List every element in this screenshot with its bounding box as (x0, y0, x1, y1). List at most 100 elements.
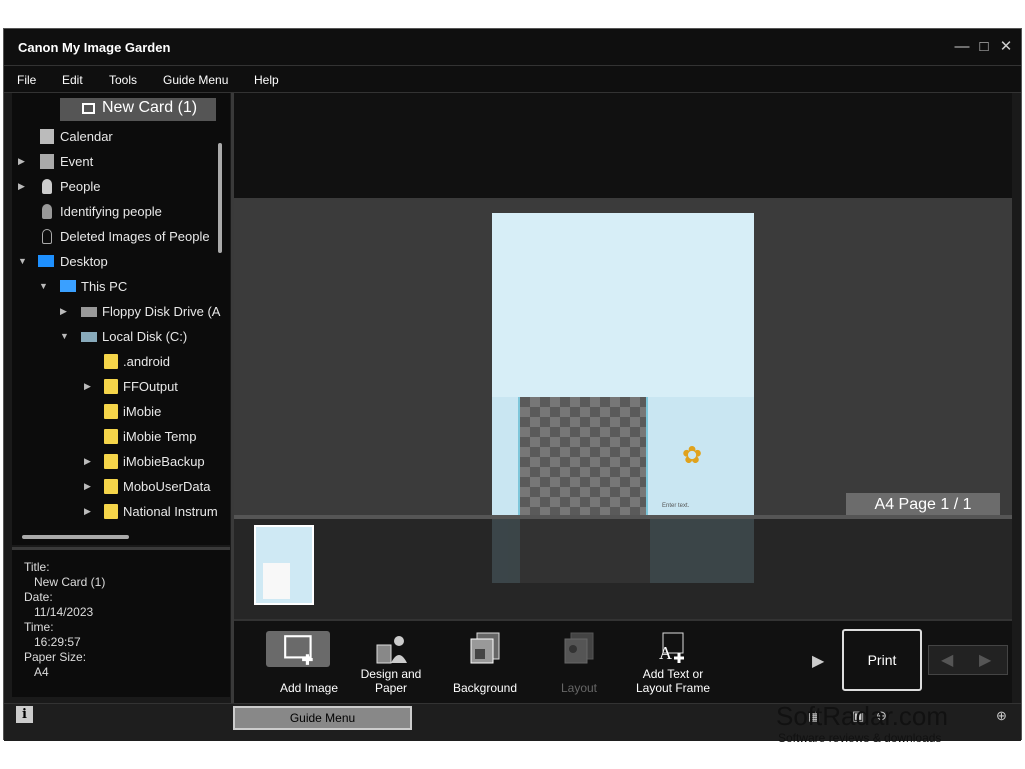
branch-icon: ✿ (682, 442, 703, 469)
tree-item-people[interactable]: ▶ People (12, 176, 222, 198)
tree-item-floppy-drive[interactable]: ▶ Floppy Disk Drive (A (12, 301, 222, 323)
tree-item-folder[interactable]: iMobie Temp (12, 426, 222, 448)
layout-icon (564, 632, 594, 664)
tree-item-label: Floppy Disk Drive (A (102, 304, 221, 319)
app-window: Canon My Image Garden — □ ✕ File Edit To… (3, 28, 1022, 741)
thumbnail-frame (263, 563, 290, 599)
card-reflection (492, 519, 754, 583)
tree-item-label: iMobie (123, 404, 162, 419)
card-icon (82, 103, 95, 114)
layout-label: Layout (560, 681, 598, 695)
tree-item-label: People (60, 179, 101, 194)
design-paper-label: Design and (360, 667, 422, 681)
tree-item-folder[interactable]: ▶ National Instrum (12, 501, 218, 523)
maximize-button[interactable]: □ (976, 39, 992, 55)
tree-item-local-disk[interactable]: ▼ Local Disk (C:) (12, 326, 222, 348)
info-date-label: Date: (24, 590, 53, 604)
menu-file[interactable]: File (17, 73, 36, 87)
expand-arrow-icon[interactable]: ▶ (84, 456, 91, 467)
menu-edit[interactable]: Edit (62, 73, 83, 87)
edit-canvas: ✿ Enter text. (234, 198, 1012, 515)
expand-arrow-icon[interactable]: ▶ (84, 506, 91, 517)
background-icon (470, 632, 500, 664)
tree-item-event[interactable]: ▶ Event (12, 151, 222, 173)
folder-tree: New Card (1) Calendar ▶ Event ▶ People I… (12, 93, 230, 545)
collapse-arrow-icon[interactable]: ▼ (18, 256, 27, 266)
info-title-label: Title: (24, 560, 50, 574)
tree-item-folder[interactable]: ▶ MoboUserData (12, 476, 222, 498)
info-date-value: 11/14/2023 (34, 605, 94, 619)
tree-item-new-card[interactable]: New Card (1) (60, 98, 216, 121)
add-image-icon (284, 635, 313, 665)
tree-item-label: Identifying people (60, 204, 162, 219)
event-icon (40, 154, 54, 169)
tree-item-folder[interactable]: .android (12, 351, 222, 373)
prev-page-icon[interactable]: ◀ (941, 650, 953, 670)
more-tools-arrow-icon[interactable]: ▶ (812, 651, 824, 671)
tree-item-label: iMobieBackup (123, 454, 205, 469)
identify-person-icon (42, 204, 52, 219)
tree-item-label: iMobie Temp (123, 429, 197, 444)
desktop-icon (38, 255, 54, 267)
expand-arrow-icon[interactable]: ▶ (84, 381, 91, 392)
expand-arrow-icon[interactable]: ▶ (60, 306, 67, 317)
print-button[interactable]: Print (842, 629, 922, 691)
tree-item-folder[interactable]: ▶ iMobieBackup (12, 451, 222, 473)
tree-item-folder[interactable]: ▶ FFOutput (12, 376, 222, 398)
tree-item-label: New Card (1) (102, 99, 198, 116)
folder-icon (104, 454, 118, 469)
info-time-value: 16:29:57 (34, 635, 81, 649)
tree-item-label: Desktop (60, 254, 108, 269)
folder-icon (104, 379, 118, 394)
page-nav: ◀ ▶ (928, 645, 1008, 675)
canvas-top-area (234, 93, 1012, 198)
tree-item-deleted-people[interactable]: Deleted Images of People (12, 226, 222, 248)
add-text-layout-frame-button[interactable]: A Add Text or Layout Frame (628, 625, 718, 701)
page-thumbnail[interactable] (254, 525, 314, 605)
add-image-button[interactable]: Add Image (264, 625, 354, 701)
layout-button[interactable]: Layout (534, 625, 624, 701)
design-paper-icon (376, 636, 407, 664)
background-label: Background (452, 681, 518, 695)
folder-icon (104, 504, 118, 519)
collapse-arrow-icon[interactable]: ▼ (39, 281, 48, 291)
menu-tools[interactable]: Tools (109, 73, 137, 87)
tree-item-desktop[interactable]: ▼ Desktop (12, 251, 222, 273)
tree-item-identifying-people[interactable]: Identifying people (12, 201, 222, 223)
menu-help[interactable]: Help (254, 73, 279, 87)
collapse-arrow-icon[interactable]: ▼ (60, 331, 69, 341)
tree-item-label: Event (60, 154, 94, 169)
info-icon[interactable]: i (16, 706, 33, 723)
close-button[interactable]: ✕ (998, 39, 1014, 55)
thumbnail-strip (234, 515, 1012, 619)
menu-guide-menu[interactable]: Guide Menu (163, 73, 228, 87)
menu-bar: File Edit Tools Guide Menu Help (4, 65, 1021, 93)
tree-item-label: .android (123, 354, 170, 369)
zoom-in-icon[interactable]: ⊕ (996, 708, 1007, 724)
add-text-label: Add Text or (642, 667, 704, 681)
expand-arrow-icon[interactable]: ▶ (18, 156, 25, 167)
tree-item-label: Local Disk (C:) (102, 329, 188, 344)
background-button[interactable]: Background (440, 625, 530, 701)
person-icon (42, 179, 52, 194)
next-page-icon[interactable]: ▶ (979, 650, 991, 670)
tree-item-label: Deleted Images of People (60, 229, 210, 244)
tree-horizontal-scrollbar[interactable] (22, 535, 129, 539)
pc-icon (60, 280, 76, 292)
tree-item-label: Calendar (60, 129, 113, 144)
design-and-paper-button[interactable]: Design and Paper (346, 625, 436, 701)
card-preview[interactable]: ✿ Enter text. (492, 213, 754, 515)
image-frame[interactable] (518, 397, 648, 515)
card-text-placeholder[interactable]: Enter text. (662, 503, 689, 509)
minimize-button[interactable]: — (954, 39, 970, 55)
tree-item-this-pc[interactable]: ▼ This PC (12, 276, 222, 298)
guide-menu-button[interactable]: Guide Menu (233, 706, 412, 730)
folder-icon (104, 354, 118, 369)
expand-arrow-icon[interactable]: ▶ (18, 181, 25, 192)
expand-arrow-icon[interactable]: ▶ (84, 481, 91, 492)
local-disk-icon (81, 332, 97, 342)
tree-item-folder[interactable]: iMobie (12, 401, 222, 423)
tree-item-calendar[interactable]: Calendar (12, 126, 222, 148)
tree-item-label: This PC (81, 279, 128, 294)
tree-vertical-scrollbar[interactable] (218, 143, 222, 253)
